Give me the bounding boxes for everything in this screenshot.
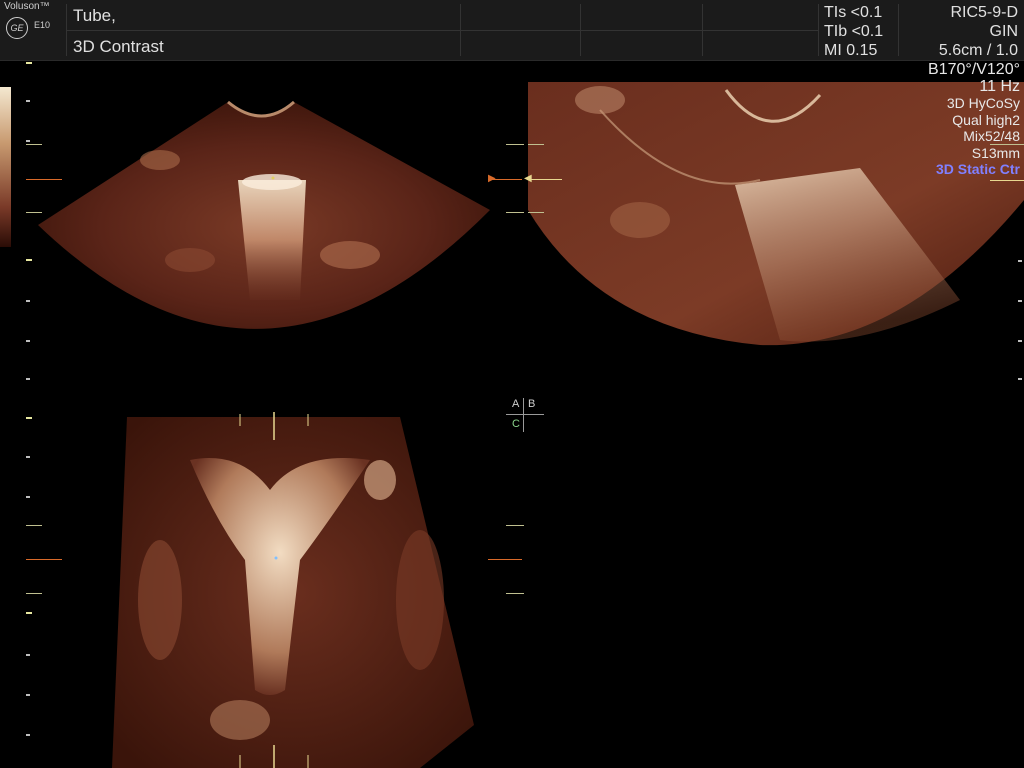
depth-tick (26, 654, 30, 656)
depth-tick (26, 694, 30, 696)
depth-tick (26, 456, 30, 458)
depth-tick (26, 100, 30, 102)
mode-3d-value: 3D HyCoSy (946, 95, 1020, 111)
focus-marker (26, 525, 42, 526)
focus-marker (26, 144, 42, 145)
focus-marker (506, 212, 524, 213)
depth-tick (26, 612, 32, 614)
mix-value: Mix52/48 (963, 128, 1020, 144)
depth-tick (26, 417, 32, 419)
focus-marker (528, 144, 544, 145)
angles-value: B170°/V120° (928, 61, 1020, 78)
focus-marker (26, 212, 42, 213)
depth-tick (26, 140, 30, 142)
cursor-marker (488, 559, 522, 560)
cursor-marker (528, 179, 562, 180)
plane-a-label: A (512, 398, 520, 410)
depth-tick (26, 734, 30, 736)
frame-rate-value: 11 Hz (979, 77, 1020, 95)
depth-tick (26, 378, 30, 380)
view-c-image (112, 417, 474, 768)
plane-c-label: C (512, 418, 520, 430)
tint-scale-bar (0, 87, 11, 247)
cursor-marker (26, 559, 62, 560)
focus-marker (506, 525, 524, 526)
view-a-image (38, 100, 490, 329)
focus-marker (528, 212, 544, 213)
depth-tick (26, 300, 30, 302)
depth-tick (1018, 300, 1022, 302)
focus-marker (506, 144, 524, 145)
plane-b-label: B (528, 398, 536, 410)
acquisition-params: B170°/V120° 11 Hz 3D HyCoSy Qual high2 M… (928, 61, 1020, 178)
ultrasound-views (38, 82, 1024, 768)
depth-tick (26, 62, 32, 64)
quality-value: Qual high2 (952, 111, 1020, 128)
focus-marker (506, 593, 524, 594)
cursor-marker (990, 180, 1024, 181)
cursor-marker (488, 179, 522, 180)
depth-tick (26, 496, 30, 498)
depth-tick (26, 340, 30, 342)
render-mode-value: 3D Static Ctr (935, 161, 1020, 177)
depth-tick (1018, 378, 1022, 380)
focus-marker (26, 593, 42, 594)
plane-divider (506, 414, 544, 415)
depth-tick (1018, 340, 1022, 342)
slice-value: S13mm (971, 144, 1020, 161)
plane-divider (523, 398, 524, 432)
cursor-marker (26, 179, 62, 180)
depth-tick (26, 259, 32, 261)
depth-tick (1018, 260, 1022, 262)
